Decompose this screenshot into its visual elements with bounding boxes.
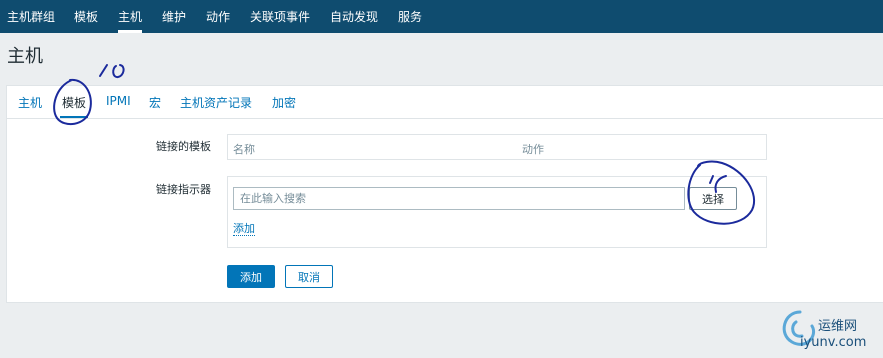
- top-navigation-bar: 主机群组 模板 主机 维护 动作 关联项事件 自动发现 服务: [0, 0, 883, 33]
- page-title: 主机: [7, 46, 43, 67]
- nav-discovery[interactable]: 自动发现: [330, 0, 378, 33]
- nav-hosts[interactable]: 主机: [118, 0, 143, 33]
- annotation-mark-tab: [99, 64, 125, 79]
- watermark-cn: 运维网: [818, 319, 858, 334]
- tab-templates[interactable]: 模板: [59, 94, 89, 118]
- add-template-link[interactable]: 添加: [233, 222, 255, 236]
- link-indicator-box: 选择 添加: [227, 176, 767, 248]
- tab-ipmi[interactable]: IPMI: [106, 94, 131, 108]
- host-tabs: 主机 模板 IPMI 宏 主机资产记录 加密: [7, 86, 883, 119]
- host-form-panel: 主机 模板 IPMI 宏 主机资产记录 加密 链接的模板 名称 动作 链接指示器…: [6, 85, 883, 303]
- tab-inventory[interactable]: 主机资产记录: [180, 94, 252, 111]
- column-action-header: 动作: [522, 143, 544, 156]
- cancel-button[interactable]: 取消: [285, 265, 333, 288]
- linked-templates-table: 名称 动作: [227, 134, 767, 160]
- nav-host-groups[interactable]: 主机群组: [7, 0, 55, 33]
- tab-host[interactable]: 主机: [18, 94, 42, 111]
- tab-macros[interactable]: 宏: [149, 94, 161, 111]
- nav-templates[interactable]: 模板: [74, 0, 98, 33]
- watermark-domain: iyunv.com: [800, 335, 867, 350]
- nav-correlation-events[interactable]: 关联项事件: [250, 0, 310, 33]
- template-search-input[interactable]: [233, 187, 685, 210]
- link-indicator-label: 链接指示器: [156, 183, 211, 196]
- nav-actions[interactable]: 动作: [206, 0, 230, 33]
- select-button[interactable]: 选择: [689, 187, 737, 210]
- linked-templates-label: 链接的模板: [156, 140, 211, 153]
- tab-encryption[interactable]: 加密: [272, 94, 296, 111]
- nav-maintenance[interactable]: 维护: [162, 0, 186, 33]
- nav-services[interactable]: 服务: [398, 0, 422, 33]
- column-name-header: 名称: [233, 143, 255, 156]
- submit-add-button[interactable]: 添加: [227, 265, 275, 288]
